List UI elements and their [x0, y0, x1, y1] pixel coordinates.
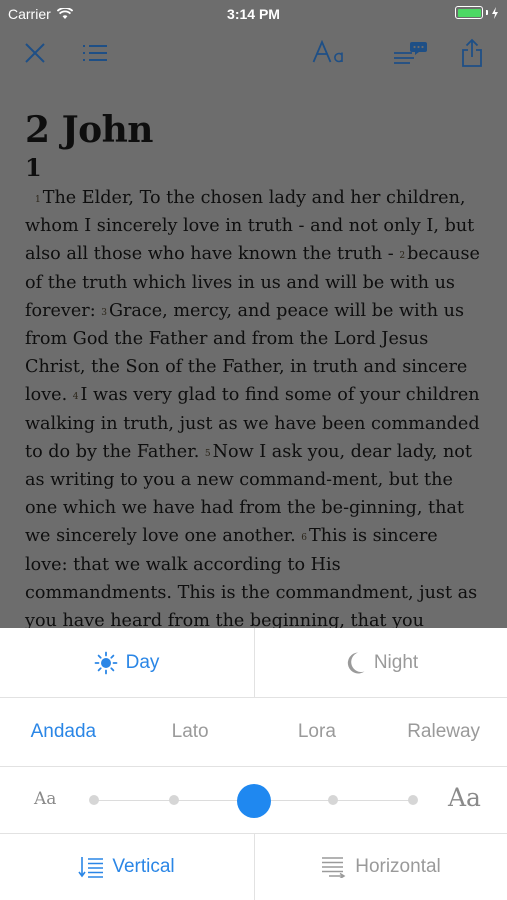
theme-day-label: Day — [125, 651, 160, 673]
book-title: 2 John — [25, 109, 153, 151]
increase-text-size-label[interactable]: Aa — [448, 783, 481, 812]
font-family-row: Andada Lato Lora Raleway — [0, 697, 507, 766]
text-size-icon — [312, 40, 343, 63]
notes-button[interactable] — [390, 36, 430, 70]
status-time: 3:14 PM — [227, 6, 280, 22]
battery-indicator — [455, 6, 499, 19]
scroll-horizontal-label: Horizontal — [355, 856, 441, 877]
close-icon — [25, 43, 45, 63]
share-icon — [462, 38, 482, 67]
notes-chat-icon — [394, 42, 427, 64]
text-size-slider-thumb[interactable] — [236, 784, 271, 818]
slider-step[interactable] — [89, 795, 99, 805]
scroll-horizontal-button[interactable]: Horizontal — [254, 834, 507, 900]
decrease-text-size-label[interactable]: Aa — [34, 789, 56, 809]
share-button[interactable] — [455, 36, 489, 70]
list-icon — [83, 45, 107, 61]
verse-number: 1 — [35, 195, 41, 205]
slider-step[interactable] — [408, 795, 418, 805]
reader-content: 2 John 1 1 The Elder, To the chosen lady … — [25, 108, 485, 635]
verse-number: 2 — [399, 251, 406, 262]
font-settings-button[interactable] — [310, 36, 348, 70]
slider-step[interactable] — [169, 795, 179, 805]
font-option-raleway[interactable]: Raleway — [380, 721, 507, 743]
sun-icon — [94, 651, 117, 674]
chapter-number: 1 — [25, 153, 42, 182]
font-option-lora[interactable]: Lora — [254, 721, 381, 743]
contents-button[interactable] — [78, 36, 112, 70]
scroll-vertical-label: Vertical — [112, 856, 175, 877]
reader-toolbar — [0, 28, 507, 78]
status-bar: Carrier 3:14 PM — [0, 0, 507, 28]
font-options: Andada Lato Lora Raleway — [0, 698, 507, 766]
slider-step[interactable] — [328, 795, 338, 805]
text-size-row: Aa Aa — [0, 766, 507, 833]
theme-day-button[interactable]: Day — [0, 628, 253, 697]
verse-number: 4 — [72, 392, 79, 403]
theme-night-button[interactable]: Night — [254, 628, 507, 697]
verse-number: 3 — [101, 307, 107, 318]
scroll-vertical-button[interactable]: Vertical — [0, 834, 253, 900]
chapter-text: 1 The Elder, To the chosen lady and her c… — [25, 184, 485, 635]
moon-icon — [347, 652, 365, 673]
font-option-andada[interactable]: Andada — [0, 721, 127, 743]
close-button[interactable] — [18, 36, 52, 70]
horizontal-scroll-icon — [322, 857, 346, 878]
font-option-lato[interactable]: Lato — [127, 721, 254, 743]
vertical-scroll-icon — [78, 857, 104, 878]
theme-night-label: Night — [373, 651, 419, 673]
theme-row: Day Night — [0, 628, 507, 697]
verse-number: 6 — [301, 533, 308, 544]
verse-number: 5 — [204, 448, 211, 459]
reading-settings-panel: Day Night Andada Lato Lora Raleway Aa Aa — [0, 628, 507, 900]
battery-icon — [455, 6, 483, 19]
scroll-mode-row: Vertical Horizontal — [0, 833, 507, 900]
charging-bolt-icon — [492, 6, 498, 19]
